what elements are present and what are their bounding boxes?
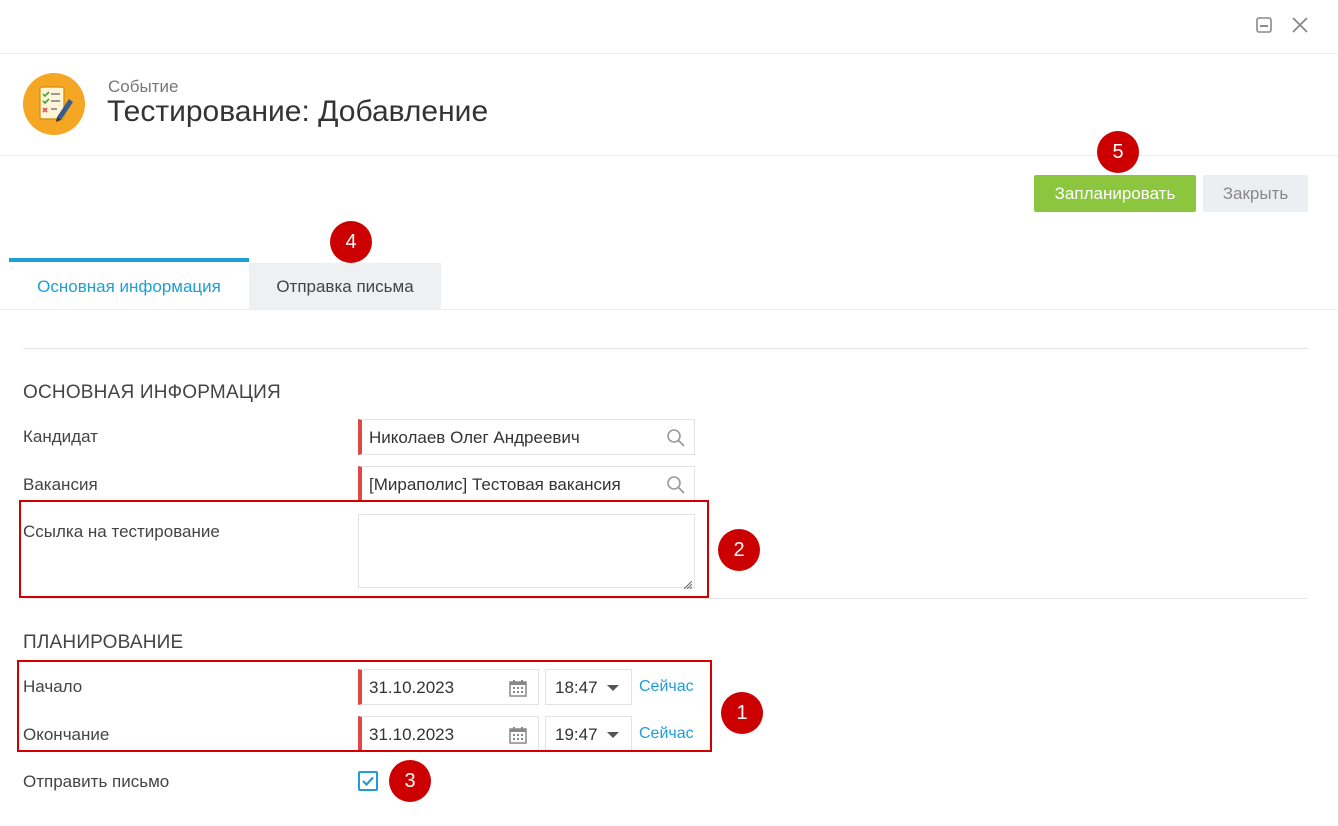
tab-send-letter[interactable]: Отправка письма bbox=[249, 263, 441, 310]
vacancy-value: [Мираполис] Тестовая вакансия bbox=[369, 475, 621, 494]
candidate-label: Кандидат bbox=[23, 427, 98, 446]
tab-main-info[interactable]: Основная информация bbox=[9, 258, 249, 310]
annotation-marker-2: 2 bbox=[718, 529, 760, 571]
search-icon[interactable] bbox=[666, 475, 686, 495]
search-icon[interactable] bbox=[666, 428, 686, 448]
annotation-marker-1: 1 bbox=[721, 692, 763, 734]
event-dialog: Событие Тестирование: Добавление Заплани… bbox=[0, 0, 1339, 826]
annotation-marker-5: 5 bbox=[1097, 131, 1139, 173]
checklist-pencil-icon bbox=[23, 73, 85, 135]
window-titlebar bbox=[0, 0, 1338, 54]
section-title-main: ОСНОВНАЯ ИНФОРМАЦИЯ bbox=[23, 382, 281, 403]
vacancy-label: Вакансия bbox=[23, 475, 98, 494]
section-title-planning: ПЛАНИРОВАНИЕ bbox=[23, 632, 184, 653]
check-icon bbox=[362, 776, 374, 787]
send-letter-checkbox[interactable] bbox=[358, 771, 378, 791]
annotation-box-2 bbox=[19, 500, 709, 598]
section-divider bbox=[23, 598, 1308, 599]
tabs-divider bbox=[0, 309, 1338, 310]
section-divider bbox=[23, 348, 1308, 349]
vacancy-field[interactable]: [Мираполис] Тестовая вакансия bbox=[358, 466, 695, 502]
dialog-subtitle: Событие bbox=[108, 77, 179, 96]
close-icon[interactable] bbox=[1289, 14, 1311, 36]
annotation-box-1 bbox=[17, 660, 712, 752]
candidate-value: Николаев Олег Андреевич bbox=[369, 428, 580, 447]
send-letter-label: Отправить письмо bbox=[23, 772, 170, 791]
candidate-field[interactable]: Николаев Олег Андреевич bbox=[358, 419, 695, 455]
schedule-button[interactable]: Запланировать bbox=[1034, 175, 1196, 212]
close-button[interactable]: Закрыть bbox=[1203, 175, 1308, 212]
annotation-marker-3: 3 bbox=[389, 760, 431, 802]
page-title: Тестирование: Добавление bbox=[107, 95, 489, 128]
annotation-marker-4: 4 bbox=[330, 221, 372, 263]
minimize-icon[interactable] bbox=[1253, 14, 1275, 36]
dialog-header: Событие Тестирование: Добавление bbox=[0, 55, 1338, 156]
